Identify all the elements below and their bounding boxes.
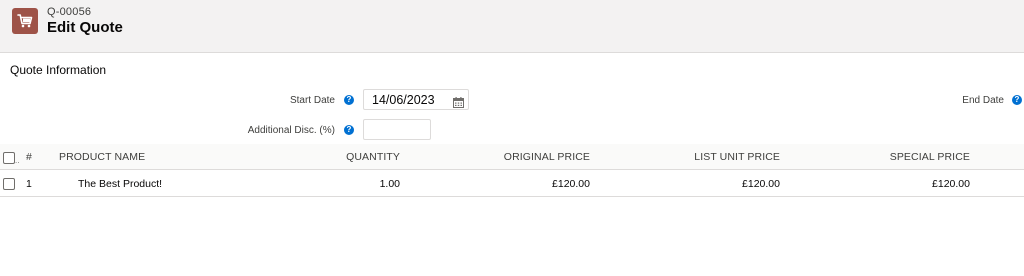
row-original-price: £120.00 bbox=[552, 178, 590, 190]
row-list-unit-price: £120.00 bbox=[742, 178, 780, 190]
section-title: Quote Information bbox=[10, 63, 107, 77]
end-date-help-icon[interactable]: ? bbox=[1012, 95, 1022, 105]
calendar-icon[interactable] bbox=[453, 95, 464, 113]
record-id: Q-00056 bbox=[47, 6, 92, 18]
row-number: 1 bbox=[26, 178, 32, 190]
end-date-label: End Date bbox=[962, 95, 1004, 106]
start-date-input[interactable]: 14/06/2023 bbox=[363, 89, 469, 110]
additional-disc-help-icon[interactable]: ? bbox=[344, 125, 354, 135]
row-product-name: The Best Product! bbox=[78, 178, 163, 190]
row-quantity[interactable]: 1.00 bbox=[380, 178, 400, 190]
row-checkbox[interactable] bbox=[3, 178, 15, 190]
additional-disc-label: Additional Disc. (%) bbox=[247, 125, 335, 136]
table-header: .. # PRODUCT NAME QUANTITY ORIGINAL PRIC… bbox=[0, 144, 1024, 170]
additional-disc-input[interactable] bbox=[363, 119, 431, 140]
start-date-value: 14/06/2023 bbox=[372, 93, 435, 107]
column-menu-ellipsis[interactable]: .. bbox=[15, 156, 19, 165]
col-original-price-header: ORIGINAL PRICE bbox=[503, 151, 590, 163]
col-number-header: # bbox=[26, 151, 32, 163]
col-quantity-header: QUANTITY bbox=[346, 151, 400, 163]
start-date-label: Start Date bbox=[289, 95, 335, 106]
page-header: Q-00056 Edit Quote bbox=[0, 0, 1024, 53]
table-row: 1 The Best Product! 1.00 £120.00 £120.00… bbox=[0, 171, 1024, 197]
select-all-checkbox[interactable] bbox=[3, 152, 15, 164]
col-special-price-header: SPECIAL PRICE bbox=[889, 151, 970, 163]
col-product-name-header: PRODUCT NAME bbox=[59, 151, 146, 163]
col-list-unit-price-header: LIST UNIT PRICE bbox=[694, 151, 780, 163]
start-date-help-icon[interactable]: ? bbox=[344, 95, 354, 105]
page-title: Edit Quote bbox=[47, 19, 123, 36]
cart-icon bbox=[12, 8, 38, 34]
row-special-price[interactable]: £120.00 bbox=[932, 178, 970, 190]
